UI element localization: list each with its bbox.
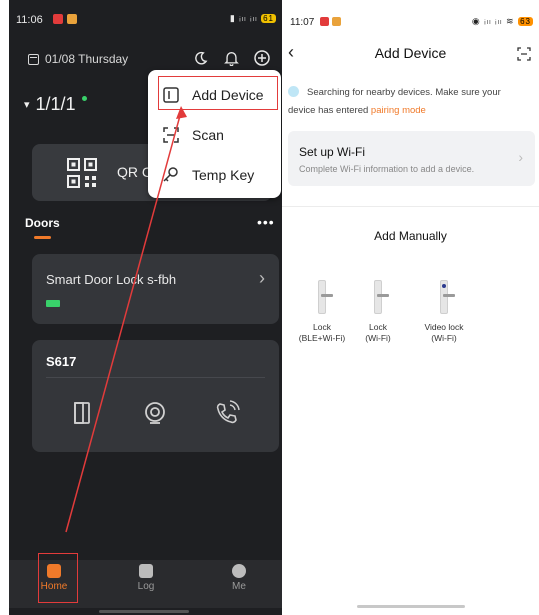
nav-me[interactable]: Me xyxy=(214,564,264,592)
scan-icon[interactable] xyxy=(517,47,531,61)
lock-device-icon xyxy=(371,280,389,314)
status-bar: 11:07 ◉ ᵢₗₗ ᵢₗₗ ≋ 63 xyxy=(282,0,539,34)
device-title: S617 xyxy=(46,354,77,369)
home-selector[interactable]: ▾ 1/1/1 xyxy=(24,94,87,115)
device-lock-wifi[interactable]: Lock (Wi-Fi) xyxy=(348,280,408,344)
s617-device-card[interactable]: S617 xyxy=(32,340,279,452)
calendar-icon xyxy=(28,53,39,65)
qr-code-label: QR C xyxy=(117,164,152,180)
page-title: Add Device xyxy=(374,45,447,61)
date-text: 01/08 Thursday xyxy=(45,52,129,66)
door-icon[interactable] xyxy=(69,400,95,426)
setup-wifi-card[interactable]: Set up Wi-Fi Complete Wi-Fi information … xyxy=(288,131,535,186)
gesture-bar xyxy=(99,610,189,613)
device-label: Lock xyxy=(313,322,331,332)
menu-item-temp-key[interactable]: Temp Key xyxy=(148,157,281,193)
add-menu-popup: Add Device Scan Temp Key xyxy=(148,70,281,198)
lock-name: Smart Door Lock s-fbh xyxy=(46,272,177,287)
key-icon xyxy=(163,167,178,182)
menu-label-temp-key: Temp Key xyxy=(192,167,255,183)
online-indicator xyxy=(81,96,87,101)
device-sublabel: (BLE+Wi-Fi) xyxy=(298,333,346,343)
tab-indicator xyxy=(34,236,51,239)
nav-log[interactable]: Log xyxy=(121,564,171,592)
battery-icon xyxy=(46,300,60,307)
divider xyxy=(46,377,265,378)
chevron-right-icon: › xyxy=(259,268,265,288)
camera-icon[interactable] xyxy=(142,400,168,426)
gesture-bar xyxy=(357,605,465,608)
nav-log-label: Log xyxy=(137,581,155,592)
status-time: 11:07 xyxy=(290,17,315,28)
device-video-lock[interactable]: Video lock (Wi-Fi) xyxy=(414,280,474,344)
lock-device-icon xyxy=(315,280,333,314)
log-icon xyxy=(139,564,153,578)
dropdown-icon: ▾ xyxy=(24,99,30,111)
status-signal: ◉ ᵢₗₗ ᵢₗₗ ≋ 63 xyxy=(471,16,533,26)
status-signal: ▮ ᵢₗₗ ᵢₗₗ 61 xyxy=(229,13,276,23)
top-actions xyxy=(189,47,273,69)
notification-icon xyxy=(53,14,63,24)
add-circle-icon[interactable] xyxy=(251,47,273,69)
qr-code-icon xyxy=(67,158,97,188)
more-options-icon[interactable]: ••• xyxy=(257,214,275,230)
status-bar: 11:06 ▮ ᵢₗₗ ᵢₗₗ 61 xyxy=(9,0,282,40)
right-phone-screen: 11:07 ◉ ᵢₗₗ ᵢₗₗ ≋ 63 ‹ Add Device Search… xyxy=(282,0,539,615)
date-display: 01/08 Thursday xyxy=(28,52,128,66)
smart-door-lock-card[interactable]: Smart Door Lock s-fbh › xyxy=(32,254,279,324)
searching-icon xyxy=(288,86,299,97)
profile-icon xyxy=(232,564,246,578)
bell-icon[interactable] xyxy=(220,47,242,69)
video-lock-device-icon xyxy=(437,280,455,314)
menu-label-scan: Scan xyxy=(192,127,224,143)
device-sublabel: (Wi-Fi) xyxy=(365,333,391,343)
menu-item-scan[interactable]: Scan xyxy=(148,117,281,153)
wifi-subtitle: Complete Wi-Fi information to add a devi… xyxy=(299,164,475,174)
battery-icon: 61 xyxy=(261,14,276,23)
device-label: Lock xyxy=(369,322,387,332)
left-phone-screen: 11:06 ▮ ᵢₗₗ ᵢₗₗ 61 01/08 Thursday ▾ 1/1/… xyxy=(9,0,282,615)
pairing-mode-link[interactable]: pairing mode xyxy=(371,105,426,116)
wifi-title: Set up Wi-Fi xyxy=(299,145,366,159)
highlight-box xyxy=(38,553,78,603)
searching-notice: Searching for nearby devices. Make sure … xyxy=(288,84,528,120)
moon-icon[interactable] xyxy=(189,47,211,69)
scan-icon xyxy=(163,127,179,143)
notification-icon xyxy=(320,17,329,26)
device-label: Video lock xyxy=(424,322,464,332)
notification-icon xyxy=(67,14,77,24)
status-time: 11:06 xyxy=(16,14,43,26)
chevron-right-icon: › xyxy=(518,149,523,165)
page-header: ‹ Add Device xyxy=(282,40,539,68)
home-label: 1/1/1 xyxy=(35,94,76,114)
phone-call-icon[interactable] xyxy=(214,400,240,426)
battery-icon: 63 xyxy=(518,17,533,26)
device-lock-ble-wifi[interactable]: Lock (BLE+Wi-Fi) xyxy=(292,280,352,344)
nav-me-label: Me xyxy=(232,581,246,592)
highlight-box xyxy=(158,76,278,110)
add-manually-title: Add Manually xyxy=(374,229,447,243)
tab-doors[interactable]: Doors xyxy=(25,216,60,230)
divider xyxy=(282,206,539,207)
device-sublabel: (Wi-Fi) xyxy=(431,333,457,343)
notification-icon xyxy=(332,17,341,26)
